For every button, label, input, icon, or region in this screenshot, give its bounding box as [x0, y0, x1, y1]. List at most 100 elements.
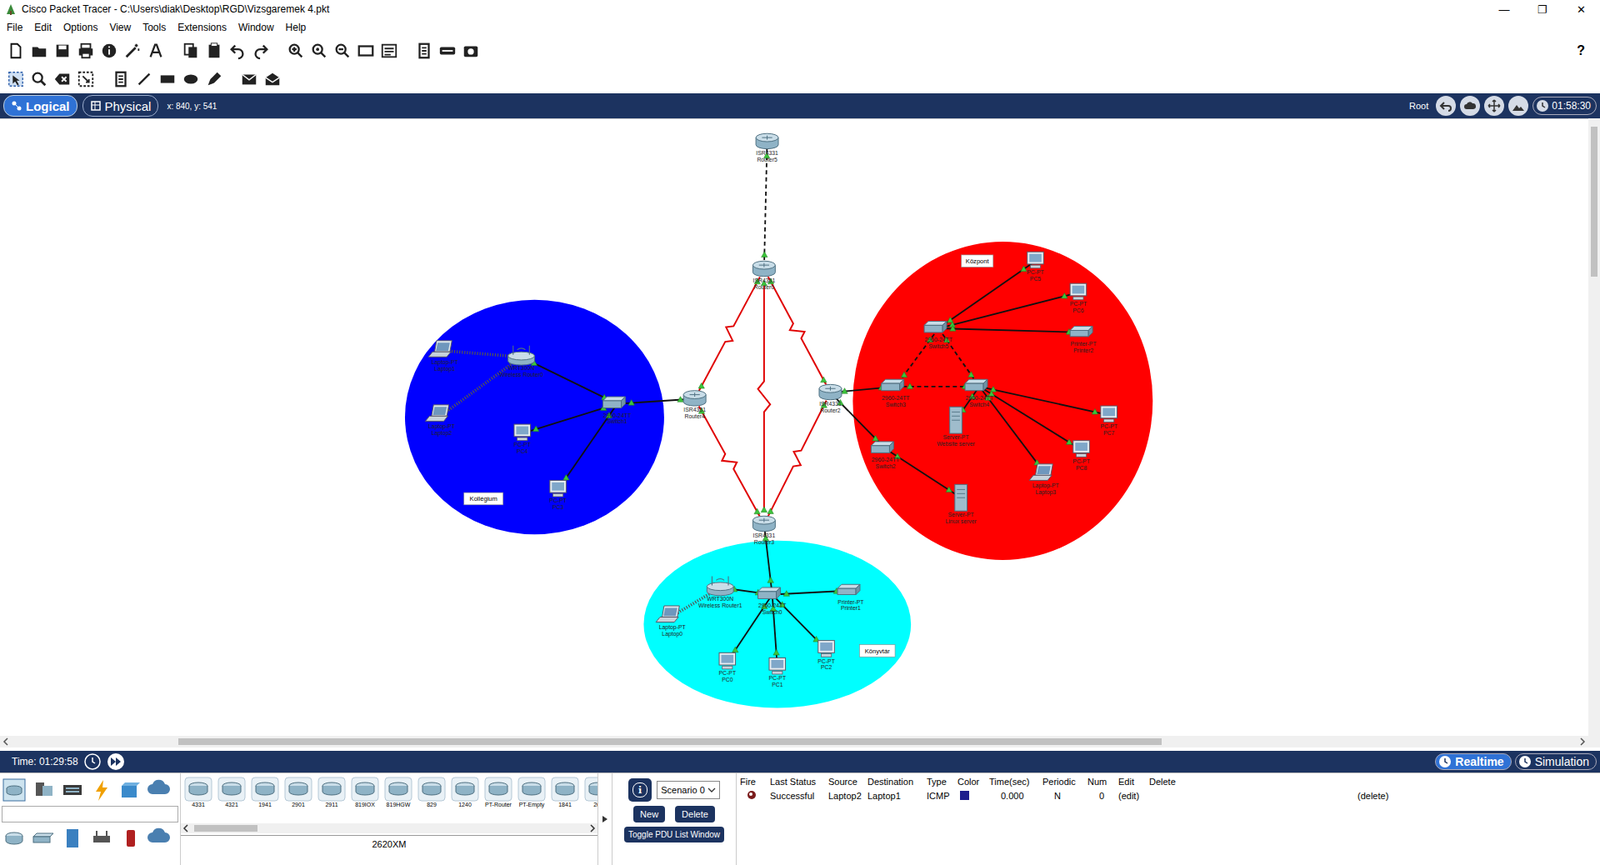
- router-icon[interactable]: [683, 390, 706, 406]
- pen-icon[interactable]: [205, 70, 224, 89]
- device-item[interactable]: 4331: [182, 776, 215, 819]
- pc-icon[interactable]: [550, 480, 567, 497]
- area-ellipse[interactable]: [643, 540, 911, 709]
- scroll-right-icon[interactable]: [1576, 735, 1589, 748]
- switch-icon[interactable]: [758, 587, 781, 599]
- menu-item[interactable]: Help: [285, 21, 307, 34]
- wand-icon[interactable]: [123, 41, 142, 60]
- device-item[interactable]: PT-Router: [482, 776, 515, 819]
- power-cycle-icon[interactable]: [83, 752, 102, 771]
- fast-forward-icon[interactable]: [106, 752, 125, 771]
- panel-splitter[interactable]: [597, 773, 613, 865]
- device-item[interactable]: 819IOX: [349, 776, 381, 819]
- paste-icon[interactable]: [205, 41, 224, 60]
- close-button[interactable]: ✕: [1561, 0, 1600, 19]
- device-scrollbar[interactable]: [180, 823, 598, 834]
- vertical-scrollbar[interactable]: [1588, 118, 1600, 736]
- link[interactable]: [758, 280, 771, 512]
- laptop-icon[interactable]: [425, 405, 449, 422]
- wireless-icon[interactable]: [508, 345, 535, 365]
- link[interactable]: [767, 276, 827, 385]
- scenario-info-button[interactable]: i: [628, 778, 652, 802]
- link[interactable]: [938, 292, 1079, 329]
- device-item[interactable]: 1941: [249, 776, 281, 819]
- router-icon[interactable]: [752, 515, 775, 531]
- device-item[interactable]: PT-Empty: [515, 776, 548, 819]
- link[interactable]: [979, 386, 1109, 416]
- scenario-dropdown[interactable]: Scenario 0: [656, 780, 720, 800]
- logical-canvas[interactable]: ISR4331Router5ISR4331Router0ISR4331Route…: [0, 118, 1589, 736]
- mode-button[interactable]: Realtime: [1435, 753, 1511, 770]
- zoomin-icon[interactable]: [286, 41, 305, 60]
- end-devices-icon[interactable]: [30, 777, 56, 803]
- undo-icon[interactable]: [228, 41, 247, 60]
- horizontal-scrollbar[interactable]: [0, 735, 1600, 748]
- zoomr-icon[interactable]: [310, 41, 329, 60]
- scroll-left-icon[interactable]: [180, 823, 191, 834]
- text-icon[interactable]: [146, 41, 165, 60]
- search-icon[interactable]: [30, 70, 49, 89]
- new-scenario-button[interactable]: New: [633, 805, 665, 823]
- laptop-icon[interactable]: [655, 605, 680, 623]
- delete-scenario-button[interactable]: Delete: [675, 805, 715, 823]
- folder-icon[interactable]: [30, 41, 49, 60]
- save-icon[interactable]: [53, 41, 72, 60]
- pc-icon[interactable]: [769, 657, 786, 675]
- pc-icon[interactable]: [719, 652, 736, 670]
- collapse-arrow-icon[interactable]: [601, 815, 609, 824]
- file-icon[interactable]: [6, 41, 25, 60]
- toggle-pdu-button[interactable]: Toggle PDU List Window: [624, 826, 725, 843]
- router-icon[interactable]: [752, 260, 775, 276]
- menu-item[interactable]: File: [6, 21, 23, 34]
- win-icon[interactable]: [356, 41, 375, 60]
- pc-icon[interactable]: [514, 424, 531, 441]
- multiuser-icon[interactable]: [147, 777, 173, 803]
- device-item[interactable]: 2901: [282, 776, 315, 819]
- wireless-icon[interactable]: [89, 825, 115, 851]
- connections-icon[interactable]: [89, 777, 115, 803]
- pal-icon[interactable]: [380, 41, 399, 60]
- wan-emulation-icon[interactable]: [147, 825, 173, 851]
- zoomout-icon[interactable]: [333, 41, 352, 60]
- del-icon[interactable]: [53, 70, 72, 89]
- delete-link[interactable]: (delete): [1149, 790, 1400, 801]
- cam-icon[interactable]: [461, 41, 480, 60]
- device-item[interactable]: 262: [582, 776, 598, 819]
- scroll-right-icon[interactable]: [587, 823, 598, 834]
- line-icon[interactable]: [135, 70, 154, 89]
- area-label-box[interactable]: [464, 492, 504, 505]
- menu-item[interactable]: Window: [238, 21, 275, 34]
- rectf-icon[interactable]: [158, 70, 177, 89]
- note-icon[interactable]: [111, 70, 130, 89]
- menu-item[interactable]: Tools: [142, 21, 166, 34]
- area-ellipse[interactable]: [852, 241, 1153, 560]
- security-icon[interactable]: [118, 825, 144, 851]
- misc-icon[interactable]: [118, 777, 144, 803]
- menu-item[interactable]: View: [109, 21, 131, 34]
- device-item[interactable]: 1240: [449, 776, 481, 819]
- switch-icon[interactable]: [965, 379, 988, 390]
- print-icon[interactable]: [76, 41, 95, 60]
- copy-icon[interactable]: [181, 41, 200, 60]
- ell-icon[interactable]: [181, 70, 200, 89]
- link[interactable]: [938, 325, 1084, 335]
- back-button[interactable]: [1435, 95, 1456, 116]
- menu-item[interactable]: Edit: [34, 21, 52, 34]
- area-label-box[interactable]: [859, 645, 895, 658]
- fire-cell[interactable]: [740, 790, 770, 802]
- area-label-box[interactable]: [961, 255, 994, 268]
- link[interactable]: [767, 400, 827, 517]
- components-icon[interactable]: [60, 777, 85, 803]
- area-ellipse[interactable]: [405, 300, 665, 535]
- pc-icon[interactable]: [1073, 440, 1090, 458]
- server-icon[interactable]: [950, 406, 963, 434]
- cloud-button[interactable]: [1460, 95, 1480, 116]
- switch-icon[interactable]: [881, 379, 905, 390]
- link[interactable]: [521, 356, 618, 404]
- mode-button[interactable]: Simulation: [1515, 753, 1597, 770]
- minimize-button[interactable]: —: [1485, 0, 1524, 19]
- background-button[interactable]: [1508, 95, 1529, 116]
- redo-icon[interactable]: [251, 41, 270, 60]
- link[interactable]: [698, 406, 760, 518]
- pc-icon[interactable]: [1070, 283, 1087, 300]
